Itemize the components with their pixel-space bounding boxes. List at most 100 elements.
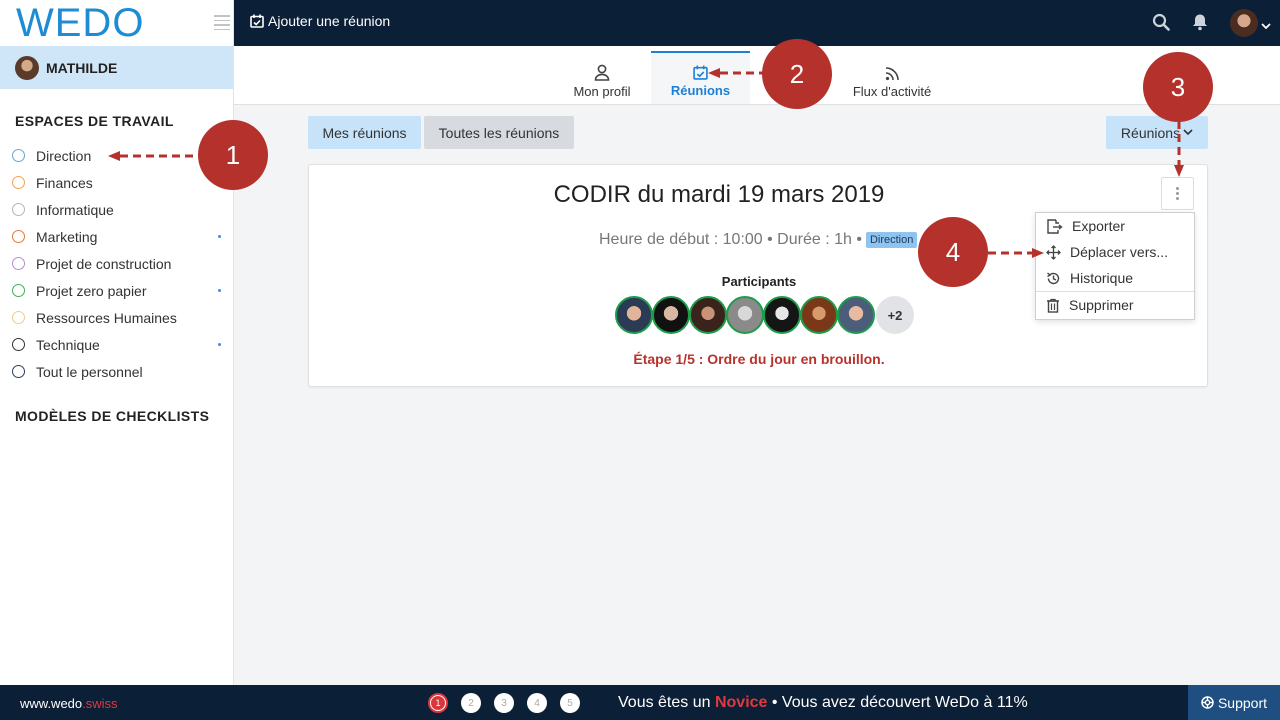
add-meeting-button[interactable]: Ajouter une réunion [250,13,390,29]
participant-avatar[interactable] [837,296,875,334]
callout-4-arrow [988,248,1044,258]
workspace-circle-icon [12,365,25,378]
sidebar-item-projet-zero-papier[interactable]: Projet zero papier [0,277,233,304]
workspace-circle-icon [12,149,25,162]
workspace-label: Direction [36,147,92,164]
onboarding-steps: 1 2 3 4 5 [428,693,593,713]
step-number: 1 [431,696,445,710]
menu-item-label: Déplacer vers... [1070,244,1169,260]
meeting-time-duration: Heure de début : 10:00 • Durée : 1h • [599,231,862,248]
meeting-details: Heure de début : 10:00 • Durée : 1h • Di… [599,231,918,249]
onboarding-step-4[interactable]: 4 [527,693,547,713]
tab-label: Flux d'activité [852,84,932,99]
calendar-check-icon [250,14,264,28]
meeting-title[interactable]: CODIR du mardi 19 mars 2019 [309,181,1129,209]
all-meetings-button[interactable]: Toutes les réunions [424,116,574,149]
hamburger-menu-icon[interactable] [214,15,230,33]
callout-3-arrow [1174,121,1184,177]
onboarding-step-5[interactable]: 5 [560,693,580,713]
workspace-circle-icon [12,284,25,297]
participant-avatar[interactable] [763,296,801,334]
onboarding-step-3[interactable]: 3 [494,693,514,713]
workspace-label: Finances [36,174,93,191]
tab-label: Réunions [670,83,731,98]
bell-icon[interactable] [1192,13,1208,36]
my-meetings-button[interactable]: Mes réunions [308,116,421,149]
more-options-button[interactable] [1161,177,1194,210]
callout-badge-4: 4 [918,217,988,287]
tab-flux-activite[interactable]: Flux d'activité [847,52,937,105]
workspace-label: Projet zero papier [36,282,147,299]
unread-dot [218,235,221,238]
onboarding-step-1[interactable]: 1 [428,693,448,713]
progress-suffix: • Vous avez découvert WeDo à 11% [767,694,1028,711]
sidebar-item-technique[interactable]: Technique [0,331,233,358]
tab-label: Mon profil [573,84,631,99]
search-icon[interactable] [1152,13,1170,36]
user-bar[interactable]: MATHILDE [0,46,233,89]
menu-item-exporter[interactable]: Exporter [1036,213,1194,239]
workspace-label: Marketing [36,228,98,245]
trash-icon [1047,298,1059,313]
calendar-check-icon [693,65,708,80]
workspace-circle-icon [12,257,25,270]
menu-item-label: Exporter [1072,218,1125,234]
progress-prefix: Vous êtes un [618,694,715,711]
unread-dot [218,289,221,292]
more-participants-badge[interactable]: +2 [876,296,914,334]
tab-mon-profil[interactable]: Mon profil [570,52,634,105]
support-button[interactable]: Support [1188,685,1280,720]
callout-badge-1: 1 [198,120,268,190]
menu-item-label: Historique [1070,270,1134,286]
workspace-label: Projet de construction [36,255,172,272]
top-bar: Ajouter une réunion [234,0,1280,46]
workspace-label: Informatique [36,201,114,218]
participant-avatar[interactable] [652,296,690,334]
onboarding-step-2[interactable]: 2 [461,693,481,713]
callout-badge-2: 2 [762,39,832,109]
chevron-down-icon[interactable] [1261,17,1271,35]
site-prefix: www.wedo [20,696,83,711]
participant-avatar[interactable] [689,296,727,334]
menu-item-supprimer[interactable]: Supprimer [1036,291,1194,318]
menu-item-label: Supprimer [1069,297,1134,313]
site-link[interactable]: www.wedo.swiss [20,696,118,711]
wedo-logo[interactable]: WEDO [16,2,144,44]
lifebuoy-icon [1201,696,1214,709]
callout-1-arrow [108,151,200,161]
callout-2-arrow [708,68,766,78]
rss-icon [885,67,899,81]
workspace-label: Tout le personnel [36,363,143,380]
sidebar-item-marketing[interactable]: Marketing [0,223,233,250]
support-label: Support [1217,694,1268,711]
participant-avatar[interactable] [726,296,764,334]
profile-avatar[interactable] [1230,9,1258,37]
site-suffix: .swiss [82,696,118,711]
sidebar-item-tout-le-personnel[interactable]: Tout le personnel [0,358,233,385]
sidebar-item-ressources-humaines[interactable]: Ressources Humaines [0,304,233,331]
sidebar-item-projet-construction[interactable]: Projet de construction [0,250,233,277]
user-level: Novice [714,694,768,711]
sidebar-item-finances[interactable]: Finances [0,169,233,196]
callout-badge-3: 3 [1143,52,1213,122]
sidebar-item-informatique[interactable]: Informatique [0,196,233,223]
move-icon [1046,244,1061,260]
progress-text: Vous êtes un Novice • Vous avez découver… [618,694,1028,712]
workspace-circle-icon [12,230,25,243]
meeting-step-status: Étape 1/5 : Ordre du jour en brouillon. [633,351,885,367]
templates-title[interactable]: MODÈLES DE CHECKLISTS [0,408,209,424]
menu-item-deplacer[interactable]: Déplacer vers... [1036,239,1194,265]
history-icon [1047,271,1060,284]
participant-avatar[interactable] [615,296,653,334]
meetings-dropdown-button[interactable]: Réunions [1106,116,1208,149]
workspace-label: Technique [36,336,100,353]
workspace-circle-icon [12,203,25,216]
export-icon [1047,218,1063,234]
bottom-bar: www.wedo.swiss 1 2 3 4 5 Vous êtes un No… [0,685,1280,720]
workspaces-title: ESPACES DE TRAVAIL [15,113,174,129]
user-avatar [15,55,39,80]
participant-avatar[interactable] [800,296,838,334]
menu-item-historique[interactable]: Historique [1036,265,1194,291]
workspace-badge: Direction [865,232,918,248]
logo-area: WEDO [0,0,233,46]
